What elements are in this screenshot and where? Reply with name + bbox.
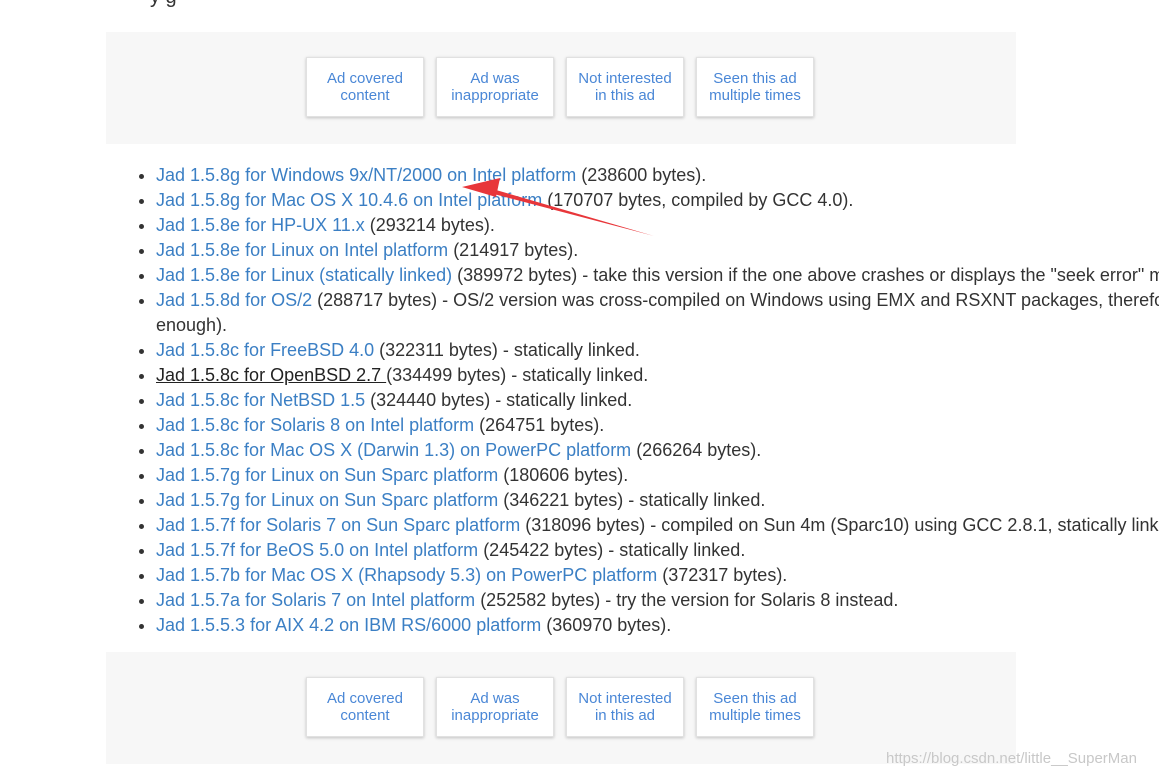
download-link[interactable]: Jad 1.5.8g for Windows 9x/NT/2000 on Int… — [156, 165, 576, 185]
list-item: Jad 1.5.7b for Mac OS X (Rhapsody 5.3) o… — [139, 563, 1159, 588]
download-description: (266264 bytes). — [631, 440, 762, 460]
download-link[interactable]: Jad 1.5.5.3 for AIX 4.2 on IBM RS/6000 p… — [156, 615, 541, 635]
jad-download-list: Jad 1.5.8g for Windows 9x/NT/2000 on Int… — [139, 163, 1159, 638]
download-description: (170707 bytes, compiled by GCC 4.0). — [542, 190, 854, 210]
list-item: Jad 1.5.7a for Solaris 7 on Intel platfo… — [139, 588, 1159, 613]
download-description: (346221 bytes) - statically linked. — [498, 490, 766, 510]
list-item: Jad 1.5.8d for OS/2 (288717 bytes) - OS/… — [139, 288, 1159, 338]
download-link[interactable]: Jad 1.5.8c for NetBSD 1.5 — [156, 390, 365, 410]
download-link[interactable]: Jad 1.5.8e for Linux (statically linked) — [156, 265, 452, 285]
seen-multiple-times-label: Seen this ad multiple times — [709, 690, 801, 724]
seen-multiple-times-label: Seen this ad multiple times — [709, 70, 801, 104]
download-link[interactable]: Jad 1.5.7b for Mac OS X (Rhapsody 5.3) o… — [156, 565, 657, 585]
ad-was-inappropriate-button[interactable]: Ad was inappropriate — [436, 677, 554, 737]
list-item: Jad 1.5.7f for BeOS 5.0 on Intel platfor… — [139, 538, 1159, 563]
ad-was-inappropriate-button[interactable]: Ad was inappropriate — [436, 57, 554, 117]
download-description-continued: enough). — [156, 315, 228, 335]
list-item: Jad 1.5.5.3 for AIX 4.2 on IBM RS/6000 p… — [139, 613, 1159, 638]
list-item: Jad 1.5.8e for Linux (statically linked)… — [139, 263, 1159, 288]
download-description: (180606 bytes). — [498, 465, 629, 485]
download-link[interactable]: Jad 1.5.7a for Solaris 7 on Intel platfo… — [156, 590, 475, 610]
ad-covered-content-label: Ad covered content — [327, 690, 403, 724]
download-link[interactable]: Jad 1.5.8d for OS/2 — [156, 290, 312, 310]
download-link[interactable]: Jad 1.5.8g for Mac OS X 10.4.6 on Intel … — [156, 190, 542, 210]
download-description: (322311 bytes) - statically linked. — [374, 340, 640, 360]
download-description: (245422 bytes) - statically linked. — [478, 540, 746, 560]
download-link[interactable]: Jad 1.5.7f for BeOS 5.0 on Intel platfor… — [156, 540, 478, 560]
list-item: Jad 1.5.8c for OpenBSD 2.7 (334499 bytes… — [139, 363, 1159, 388]
download-link[interactable]: Jad 1.5.7g for Linux on Sun Sparc platfo… — [156, 465, 498, 485]
list-item: Jad 1.5.8c for FreeBSD 4.0 (322311 bytes… — [139, 338, 1159, 363]
list-item: Jad 1.5.8g for Windows 9x/NT/2000 on Int… — [139, 163, 1159, 188]
download-description: (372317 bytes). — [657, 565, 788, 585]
download-link[interactable]: Jad 1.5.8c for Mac OS X (Darwin 1.3) on … — [156, 440, 631, 460]
seen-multiple-times-button[interactable]: Seen this ad multiple times — [696, 57, 814, 117]
list-item: Jad 1.5.8c for NetBSD 1.5 (324440 bytes)… — [139, 388, 1159, 413]
download-description: (238600 bytes). — [576, 165, 707, 185]
list-item: Jad 1.5.8g for Mac OS X 10.4.6 on Intel … — [139, 188, 1159, 213]
list-item: Jad 1.5.7g for Linux on Sun Sparc platfo… — [139, 463, 1159, 488]
download-description: (214917 bytes). — [448, 240, 579, 260]
not-interested-button[interactable]: Not interested in this ad — [566, 57, 684, 117]
download-description: (288717 bytes) - OS/2 version was cross-… — [312, 290, 1159, 310]
download-link[interactable]: Jad 1.5.8e for Linux on Intel platform — [156, 240, 448, 260]
not-interested-button[interactable]: Not interested in this ad — [566, 677, 684, 737]
ad-covered-content-button[interactable]: Ad covered content — [306, 57, 424, 117]
ad-covered-content-label: Ad covered content — [327, 70, 403, 104]
seen-multiple-times-button[interactable]: Seen this ad multiple times — [696, 677, 814, 737]
download-link[interactable]: Jad 1.5.8c for Solaris 8 on Intel platfo… — [156, 415, 474, 435]
download-description: (389972 bytes) - take this version if th… — [452, 265, 1159, 285]
ad-covered-content-button[interactable]: Ad covered content — [306, 677, 424, 737]
download-description: (264751 bytes). — [474, 415, 605, 435]
watermark-text: https://blog.csdn.net/little__SuperMan — [886, 750, 1137, 767]
list-item: Jad 1.5.8c for Solaris 8 on Intel platfo… — [139, 413, 1159, 438]
download-link[interactable]: Jad 1.5.7g for Linux on Sun Sparc platfo… — [156, 490, 498, 510]
download-description: (360970 bytes). — [541, 615, 672, 635]
ad-feedback-panel-bottom: Ad covered content Ad was inappropriate No… — [106, 652, 1016, 764]
page-top-text-fragment: y g — [150, 0, 177, 9]
download-link[interactable]: Jad 1.5.8c for OpenBSD 2.7 — [156, 365, 386, 385]
download-link[interactable]: Jad 1.5.8e for HP-UX 11.x — [156, 215, 365, 235]
download-description: (293214 bytes). — [364, 215, 495, 235]
download-description: (318096 bytes) - compiled on Sun 4m (Spa… — [520, 515, 1159, 535]
download-link[interactable]: Jad 1.5.7f for Solaris 7 on Sun Sparc pl… — [156, 515, 520, 535]
download-link[interactable]: Jad 1.5.8c for FreeBSD 4.0 — [156, 340, 374, 360]
list-item: Jad 1.5.8e for HP-UX 11.x (293214 bytes)… — [139, 213, 1159, 238]
list-item: Jad 1.5.8e for Linux on Intel platform (… — [139, 238, 1159, 263]
not-interested-label: Not interested in this ad — [578, 70, 672, 104]
download-description: (334499 bytes) - statically linked. — [386, 365, 649, 385]
download-description: (324440 bytes) - statically linked. — [365, 390, 633, 410]
list-item: Jad 1.5.7g for Linux on Sun Sparc platfo… — [139, 488, 1159, 513]
not-interested-label: Not interested in this ad — [578, 690, 672, 724]
ad-feedback-panel-top: Ad covered content Ad was inappropriate No… — [106, 32, 1016, 144]
list-item: Jad 1.5.7f for Solaris 7 on Sun Sparc pl… — [139, 513, 1159, 538]
download-description: (252582 bytes) - try the version for Sol… — [475, 590, 899, 610]
ad-was-inappropriate-label: Ad was inappropriate — [451, 70, 539, 104]
list-item: Jad 1.5.8c for Mac OS X (Darwin 1.3) on … — [139, 438, 1159, 463]
ad-was-inappropriate-label: Ad was inappropriate — [451, 690, 539, 724]
